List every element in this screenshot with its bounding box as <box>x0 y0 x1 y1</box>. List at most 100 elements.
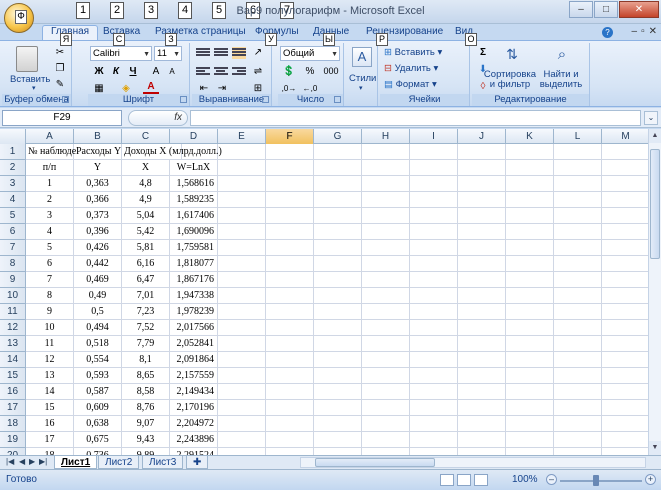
cell-j19[interactable] <box>458 432 506 448</box>
cell-d7[interactable]: 1,759581 <box>170 240 218 256</box>
minimize-button[interactable]: – <box>569 1 593 18</box>
cell-a4[interactable]: 2 <box>26 192 74 208</box>
cell-l1[interactable] <box>554 144 602 160</box>
cell-m4[interactable] <box>602 192 648 208</box>
horizontal-scrollbar[interactable] <box>300 457 646 468</box>
row-header[interactable]: 9 <box>0 272 26 288</box>
cell-g17[interactable] <box>314 400 362 416</box>
zoom-in-icon[interactable]: + <box>645 474 656 485</box>
row-header[interactable]: 6 <box>0 224 26 240</box>
row-header[interactable]: 12 <box>0 320 26 336</box>
cell-a13[interactable]: 11 <box>26 336 74 352</box>
cell-g2[interactable] <box>314 160 362 176</box>
cell-l4[interactable] <box>554 192 602 208</box>
align-center-icon[interactable] <box>214 66 228 78</box>
horizontal-scroll-thumb[interactable] <box>315 458 435 467</box>
zoom-slider-handle[interactable] <box>593 475 599 486</box>
dialog-launcher-icon[interactable] <box>262 96 269 103</box>
column-header-f[interactable]: F <box>266 129 314 144</box>
cell-l19[interactable] <box>554 432 602 448</box>
cell-d13[interactable]: 2,052841 <box>170 336 218 352</box>
cell-c1[interactable]: Доходы X (млрд.долл.) <box>122 144 222 160</box>
cell-h9[interactable] <box>362 272 410 288</box>
italic-button[interactable]: К <box>108 64 124 79</box>
cell-d4[interactable]: 1,589235 <box>170 192 218 208</box>
cell-m6[interactable] <box>602 224 648 240</box>
cell-e1[interactable] <box>218 144 266 160</box>
styles-button[interactable]: Стили <box>349 73 376 84</box>
cell-m2[interactable] <box>602 160 648 176</box>
cell-b13[interactable]: 0,518 <box>74 336 122 352</box>
zoom-level[interactable]: 100% <box>512 474 538 485</box>
cell-e19[interactable] <box>218 432 266 448</box>
cell-k20[interactable] <box>506 448 554 455</box>
sheet-tab[interactable]: Лист3 <box>142 456 184 469</box>
cell-k5[interactable] <box>506 208 554 224</box>
cell-f8[interactable] <box>266 256 314 272</box>
row-header[interactable]: 10 <box>0 288 26 304</box>
cell-g12[interactable] <box>314 320 362 336</box>
vertical-scrollbar[interactable]: ▲ ▼ <box>648 129 661 455</box>
cell-e3[interactable] <box>218 176 266 192</box>
cell-j17[interactable] <box>458 400 506 416</box>
cell-i12[interactable] <box>410 320 458 336</box>
cell-d9[interactable]: 1,867176 <box>170 272 218 288</box>
row-header[interactable]: 4 <box>0 192 26 208</box>
cell-f6[interactable] <box>266 224 314 240</box>
cell-m15[interactable] <box>602 368 648 384</box>
cell-i18[interactable] <box>410 416 458 432</box>
cell-i2[interactable] <box>410 160 458 176</box>
cell-h3[interactable] <box>362 176 410 192</box>
cell-i20[interactable] <box>410 448 458 455</box>
column-header-k[interactable]: K <box>506 129 554 144</box>
cell-h15[interactable] <box>362 368 410 384</box>
cell-a2[interactable]: п/п <box>26 160 74 176</box>
cell-c16[interactable]: 8,58 <box>122 384 170 400</box>
decrease-font-icon[interactable]: A <box>164 64 180 79</box>
cell-d8[interactable]: 1,818077 <box>170 256 218 272</box>
cell-b2[interactable]: Y <box>74 160 122 176</box>
cell-i14[interactable] <box>410 352 458 368</box>
cell-a18[interactable]: 16 <box>26 416 74 432</box>
cell-g3[interactable] <box>314 176 362 192</box>
cell-l2[interactable] <box>554 160 602 176</box>
bold-button[interactable]: Ж <box>91 64 107 79</box>
find-select-icon[interactable]: ⌕ <box>552 46 572 68</box>
cell-a14[interactable]: 12 <box>26 352 74 368</box>
normal-view-icon[interactable] <box>440 474 454 486</box>
cell-j12[interactable] <box>458 320 506 336</box>
cell-c2[interactable]: X <box>122 160 170 176</box>
cell-h1[interactable] <box>362 144 410 160</box>
cell-c15[interactable]: 8,65 <box>122 368 170 384</box>
cell-k17[interactable] <box>506 400 554 416</box>
chevron-down-icon[interactable]: ▾ <box>359 84 363 92</box>
cell-c10[interactable]: 7,01 <box>122 288 170 304</box>
expand-formula-bar-icon[interactable]: ⌄ <box>644 111 658 125</box>
cell-b15[interactable]: 0,593 <box>74 368 122 384</box>
cell-j2[interactable] <box>458 160 506 176</box>
cell-k13[interactable] <box>506 336 554 352</box>
cell-e13[interactable] <box>218 336 266 352</box>
cell-i9[interactable] <box>410 272 458 288</box>
sort-filter-icon[interactable]: ⇅ <box>502 46 522 68</box>
cell-e7[interactable] <box>218 240 266 256</box>
maximize-button[interactable]: □ <box>594 1 618 18</box>
cell-g15[interactable] <box>314 368 362 384</box>
cell-d15[interactable]: 2,157559 <box>170 368 218 384</box>
cell-f9[interactable] <box>266 272 314 288</box>
thousands-button[interactable]: 000 <box>320 64 342 79</box>
cell-m18[interactable] <box>602 416 648 432</box>
cell-c18[interactable]: 9,07 <box>122 416 170 432</box>
cell-m9[interactable] <box>602 272 648 288</box>
cell-h2[interactable] <box>362 160 410 176</box>
cell-l6[interactable] <box>554 224 602 240</box>
first-sheet-icon[interactable]: |◀ <box>6 457 14 466</box>
align-middle-icon[interactable] <box>214 47 228 59</box>
cell-e16[interactable] <box>218 384 266 400</box>
dialog-launcher-icon[interactable] <box>62 96 69 103</box>
cell-d5[interactable]: 1,617406 <box>170 208 218 224</box>
cell-d3[interactable]: 1,568616 <box>170 176 218 192</box>
cell-k16[interactable] <box>506 384 554 400</box>
align-left-icon[interactable] <box>196 66 210 78</box>
prev-sheet-icon[interactable]: ◀ <box>19 457 25 466</box>
